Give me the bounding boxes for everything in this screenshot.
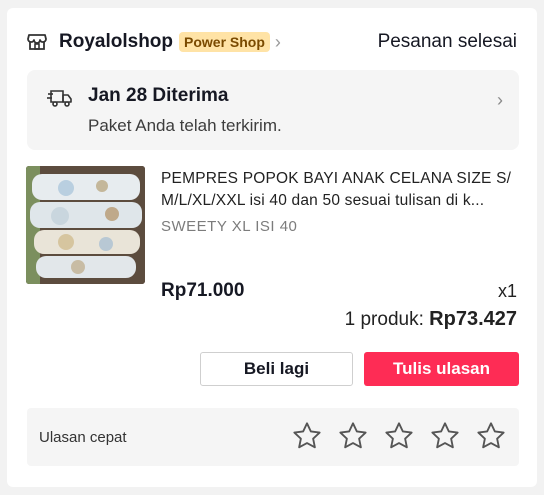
- total-amount: Rp73.427: [429, 308, 517, 330]
- order-total: 1 produk: Rp73.427: [345, 308, 517, 331]
- star-outline-icon[interactable]: [383, 420, 415, 452]
- product-quantity: x1: [497, 281, 517, 301]
- storefront-icon[interactable]: [27, 32, 47, 52]
- delivery-status-row[interactable]: Jan 28 Diterima Paket Anda telah terkiri…: [27, 70, 519, 150]
- product-price: Rp71.000: [161, 280, 245, 301]
- star-outline-icon[interactable]: [291, 420, 323, 452]
- quick-review-bar: Ulasan cepat: [27, 408, 519, 466]
- product-title[interactable]: PEMPRES POPOK BAYI ANAK CELANA SIZE S/ M…: [161, 168, 521, 212]
- write-review-button[interactable]: Tulis ulasan: [364, 352, 519, 386]
- shop-name-link[interactable]: Royalolshop: [59, 31, 173, 53]
- product-variant: SWEETY XL ISI 40: [161, 218, 298, 235]
- order-card: Royalolshop Power Shop › Pesanan selesai…: [7, 8, 537, 487]
- delivery-title: Jan 28 Diterima: [88, 85, 229, 106]
- order-status: Pesanan selesai: [377, 31, 517, 52]
- star-rating: [291, 420, 507, 452]
- quick-review-label: Ulasan cepat: [39, 429, 127, 446]
- star-outline-icon[interactable]: [337, 420, 369, 452]
- order-header: Royalolshop Power Shop › Pesanan selesai: [27, 28, 517, 56]
- chevron-right-icon[interactable]: ›: [275, 32, 281, 53]
- buy-again-button[interactable]: Beli lagi: [200, 352, 353, 386]
- total-label: 1 produk:: [344, 309, 424, 330]
- star-outline-icon[interactable]: [429, 420, 461, 452]
- product-thumbnail[interactable]: [26, 166, 145, 284]
- star-outline-icon[interactable]: [475, 420, 507, 452]
- truck-icon: [47, 88, 73, 108]
- delivery-subtitle: Paket Anda telah terkirim.: [88, 116, 282, 135]
- chevron-right-icon: ›: [497, 90, 503, 110]
- power-shop-badge: Power Shop: [179, 32, 270, 52]
